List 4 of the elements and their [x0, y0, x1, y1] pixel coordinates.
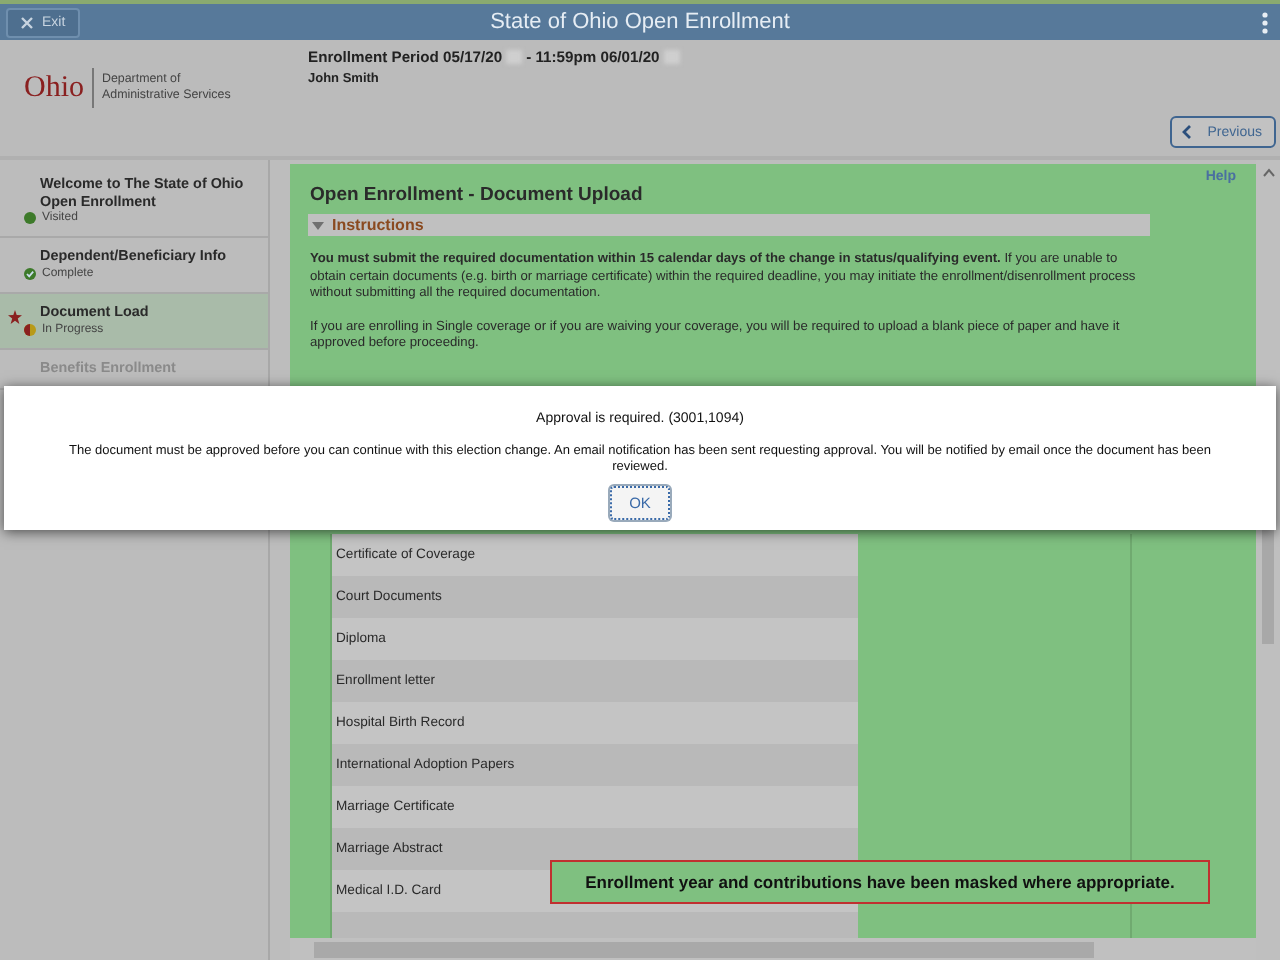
window-title: State of Ohio Open Enrollment [490, 10, 790, 34]
ohio-logo: Ohio [24, 68, 94, 108]
page-title: Open Enrollment - Document Upload [310, 184, 645, 206]
masking-note-toast: Enrollment year and contributions have been masked where appropriate. [550, 860, 1210, 904]
